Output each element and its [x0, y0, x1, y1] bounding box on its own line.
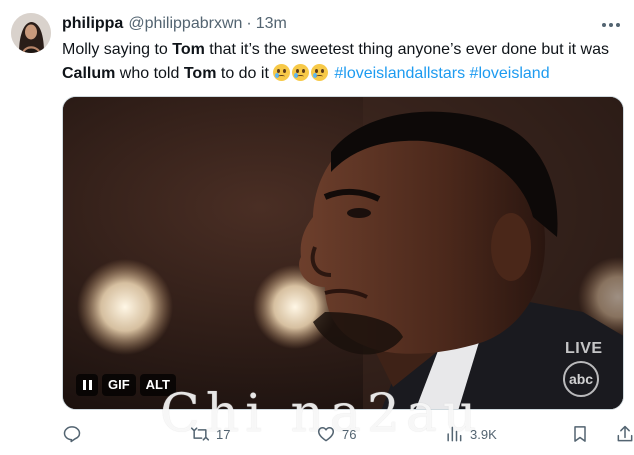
- network-logo: abc: [563, 361, 599, 397]
- tweet-header: philippa @philippabrxwn · 13m: [62, 15, 287, 35]
- share-button[interactable]: [615, 422, 634, 446]
- text-segment: who told: [115, 65, 184, 82]
- tweet-text: Molly saying to Tom that it’s the sweete…: [62, 38, 628, 86]
- user-handle[interactable]: @philippabrxwn: [128, 15, 242, 33]
- text-bold: Tom: [172, 41, 205, 58]
- separator-dot: ·: [246, 15, 252, 32]
- like-button[interactable]: 76: [316, 422, 356, 446]
- hashtag-link[interactable]: #loveislandallstars: [334, 65, 465, 82]
- text-bold: Tom: [183, 65, 217, 82]
- repost-button[interactable]: 17: [190, 422, 230, 446]
- gif-media[interactable]: [62, 96, 624, 410]
- tweet[interactable]: philippa @philippabrxwn · 13m Molly sayi…: [0, 0, 634, 455]
- bookmark-button[interactable]: [570, 422, 590, 446]
- avatar[interactable]: [11, 13, 51, 53]
- face-holding-back-tears-icon: [291, 64, 309, 81]
- pause-icon[interactable]: [76, 374, 98, 396]
- hashtag-link[interactable]: #loveisland: [470, 65, 550, 82]
- reply-icon: [62, 424, 82, 444]
- repost-icon: [190, 424, 210, 444]
- reply-button[interactable]: [62, 422, 82, 446]
- live-badge: LIVE: [565, 340, 603, 357]
- gif-badge: GIF: [102, 374, 136, 396]
- views-icon: [444, 424, 464, 444]
- views-button[interactable]: 3.9K: [444, 422, 497, 446]
- face-holding-back-tears-icon: [272, 64, 290, 81]
- share-icon: [615, 424, 634, 444]
- text-segment: Molly saying to: [62, 41, 173, 58]
- views-count: 3.9K: [470, 426, 497, 442]
- face-holding-back-tears-icon: [310, 64, 328, 81]
- heart-icon: [316, 424, 336, 444]
- repost-count: 17: [216, 426, 231, 442]
- text-segment: to do it: [216, 65, 269, 82]
- text-bold: Callum: [62, 65, 116, 82]
- action-bar: 17 76 3.9K: [60, 422, 633, 446]
- like-count: 76: [342, 426, 357, 442]
- bookmark-icon: [570, 424, 590, 444]
- timestamp[interactable]: 13m: [256, 15, 287, 33]
- text-segment: that it’s the sweetest thing anyone’s ev…: [204, 41, 609, 58]
- more-options-icon[interactable]: [602, 18, 620, 32]
- display-name[interactable]: philippa: [62, 15, 123, 33]
